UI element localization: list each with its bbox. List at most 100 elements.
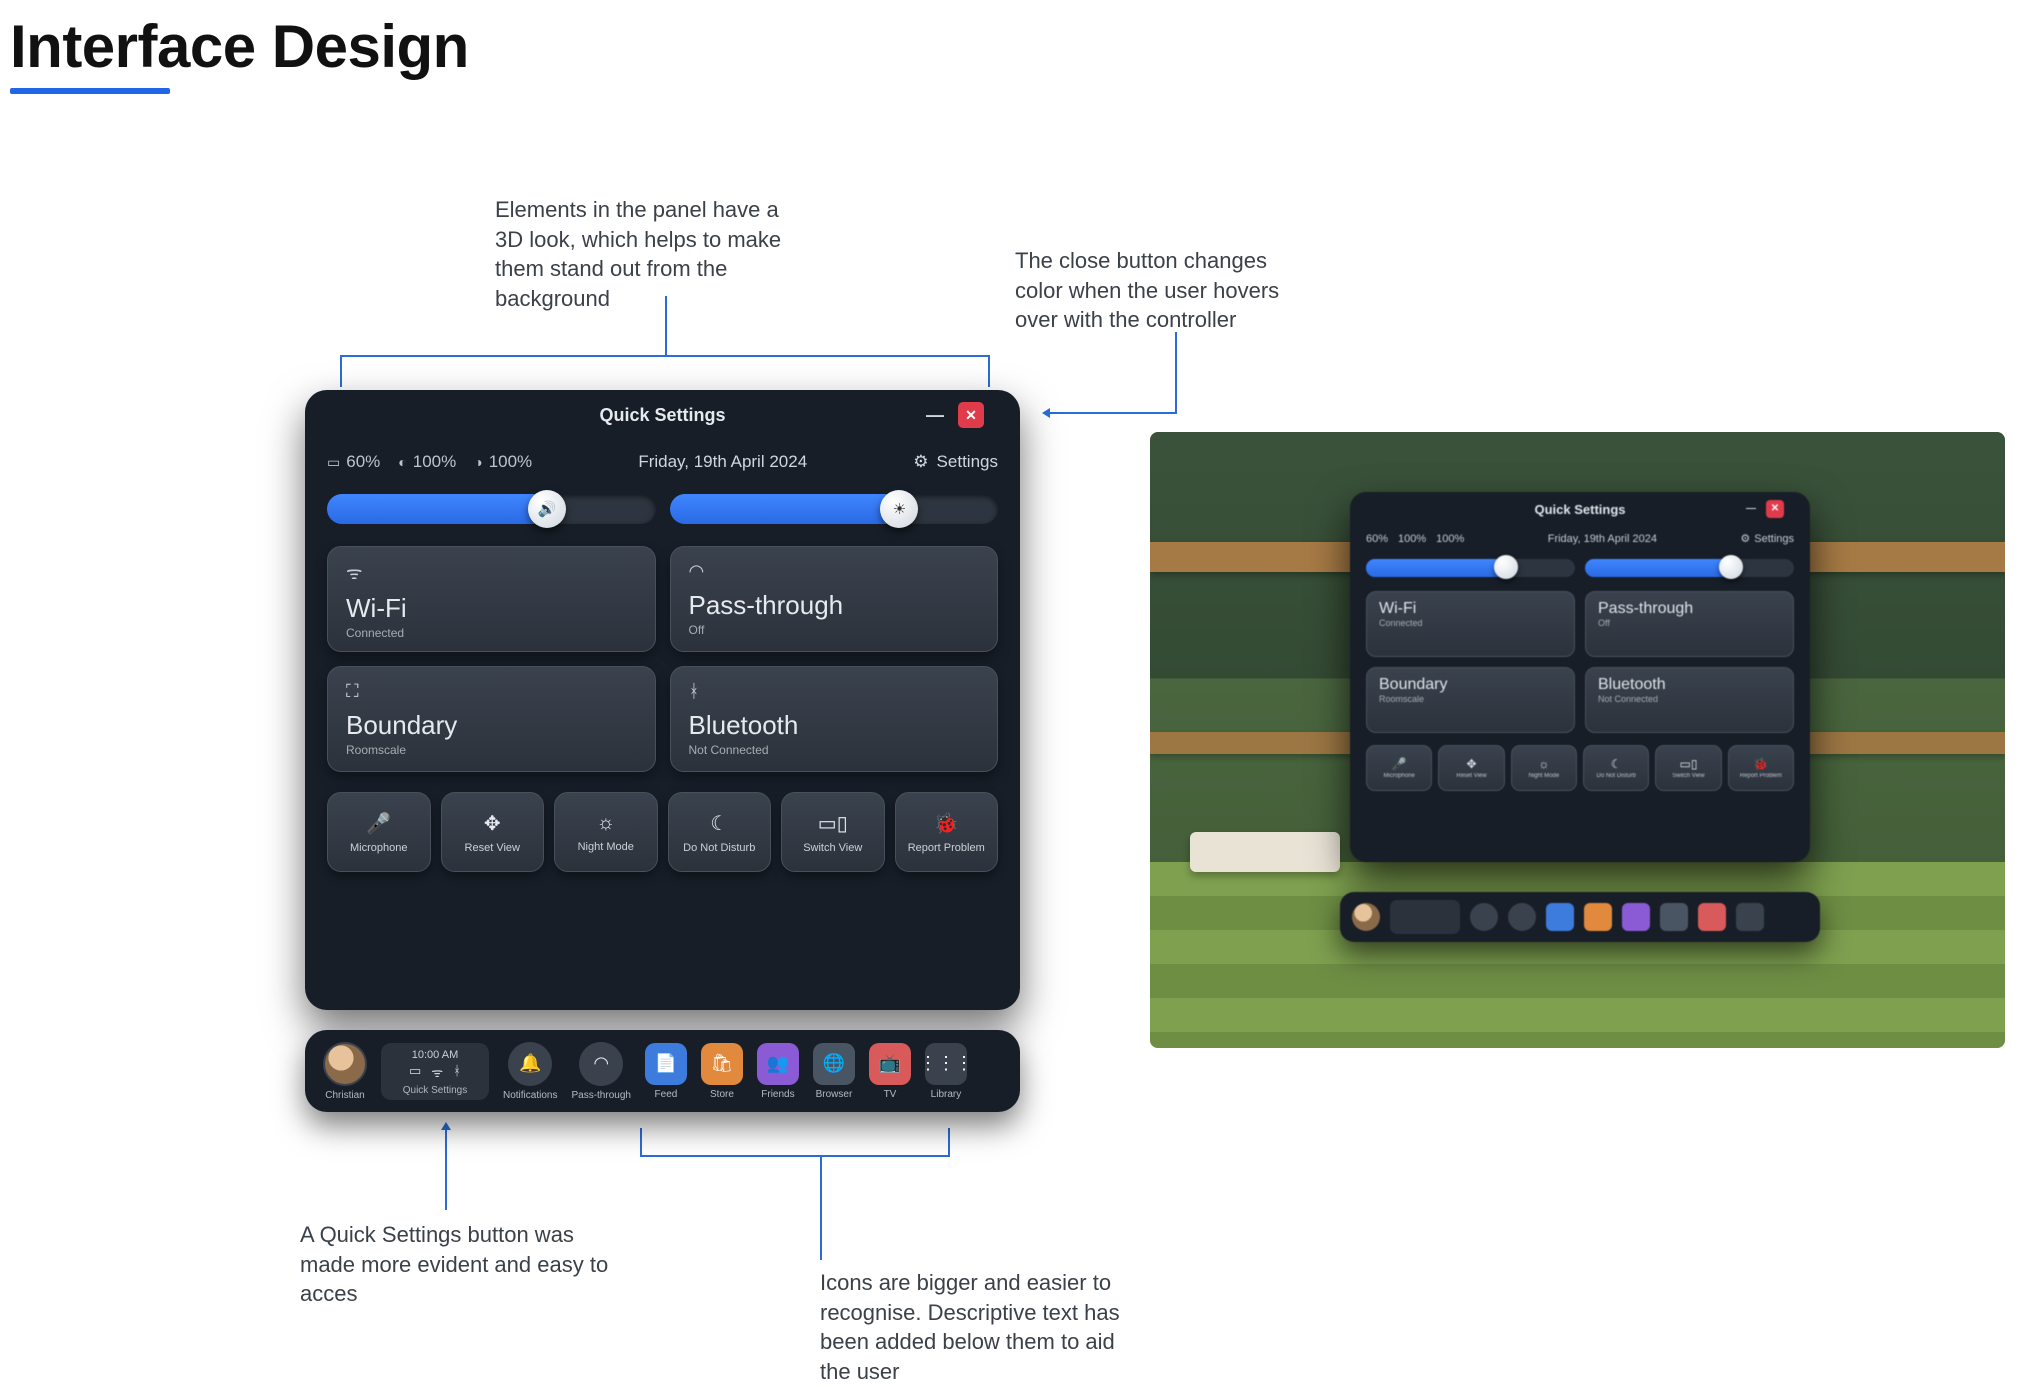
vr-brightness-thumb[interactable] (1719, 555, 1743, 579)
close-button[interactable]: ✕ (958, 402, 984, 428)
vr-settings-button[interactable]: ⚙ Settings (1740, 532, 1794, 545)
taskbar-label: TV (884, 1089, 897, 1100)
vr-volume-slider[interactable] (1366, 559, 1575, 577)
reset-view-icon: ✥ (484, 811, 501, 836)
vr-tile-title: Wi-Fi (1379, 600, 1562, 618)
vr-tile-title: Bluetooth (1598, 676, 1781, 694)
vr-volume-thumb[interactable] (1494, 555, 1518, 579)
night-mode-icon: ☼ (1538, 757, 1549, 771)
tile-bluetooth[interactable]: ᚼ Bluetooth Not Connected (670, 666, 999, 772)
controller-r-icon: ◑ (474, 454, 482, 470)
reset-view-button[interactable]: ✥ Reset View (441, 792, 545, 872)
button-label: Microphone (350, 842, 407, 854)
connector-line (948, 1128, 950, 1156)
button-row: 🎤 Microphone ✥ Reset View ☼ Night Mode ☾… (327, 792, 998, 872)
vr-taskbar-quick-settings[interactable] (1390, 900, 1460, 934)
taskbar: Christian 10:00 AM ▭ ᯤ ᚼ Quick Settings … (305, 1030, 1020, 1112)
switch-view-button[interactable]: ▭▯ Switch View (781, 792, 885, 872)
vr-minimize-button[interactable]: — (1742, 500, 1760, 518)
right-controller-pct: 100% (489, 452, 532, 472)
taskbar-library[interactable]: ⋮⋮⋮ Library (925, 1043, 967, 1100)
taskbar-friends[interactable]: 👥 Friends (757, 1043, 799, 1100)
connector-line (640, 1128, 642, 1156)
taskbar-quick-settings[interactable]: 10:00 AM ▭ ᯤ ᚼ Quick Settings (381, 1043, 489, 1100)
left-controller-pct: 100% (413, 452, 456, 472)
vr-microphone-button[interactable]: 🎤Microphone (1366, 745, 1432, 791)
volume-thumb[interactable]: 🔊 (528, 490, 566, 528)
vr-brightness-slider[interactable] (1585, 559, 1794, 577)
microphone-icon: 🎤 (1392, 757, 1407, 771)
vr-taskbar-browser[interactable] (1660, 903, 1688, 931)
brightness-thumb[interactable]: ☀ (880, 490, 918, 528)
headset-icon: ◠ (593, 1053, 609, 1074)
vr-reset-view-button[interactable]: ✥Reset View (1438, 745, 1504, 791)
avatar (323, 1042, 367, 1086)
vr-taskbar-friends[interactable] (1622, 903, 1650, 931)
vr-dnd-button[interactable]: ☾Do Not Disturb (1583, 745, 1649, 791)
taskbar-user[interactable]: Christian (323, 1042, 367, 1101)
vr-button-label: Report Problem (1740, 773, 1782, 779)
tile-boundary[interactable]: ⛶ Boundary Roomscale (327, 666, 656, 772)
vr-tile-boundary[interactable]: Boundary Roomscale (1366, 667, 1575, 733)
tile-sub: Not Connected (689, 743, 980, 757)
tile-sub: Off (689, 623, 980, 637)
microphone-icon: 🎤 (366, 811, 391, 836)
connector-arrow (1050, 412, 1177, 414)
volume-slider[interactable]: 🔊 (327, 494, 656, 524)
battery-status: ▭ 60% (327, 452, 380, 472)
vr-close-button[interactable]: ✕ (1766, 500, 1784, 518)
vr-taskbar-tv[interactable] (1698, 903, 1726, 931)
vr-panel-title: Quick Settings (1534, 502, 1625, 517)
taskbar-qs-label: Quick Settings (403, 1085, 467, 1096)
user-name: Christian (325, 1090, 364, 1101)
tile-passthrough[interactable]: ◠ Pass-through Off (670, 546, 999, 652)
brightness-slider[interactable]: ☀ (670, 494, 999, 524)
minimize-button[interactable]: — (922, 402, 948, 428)
vr-report-problem-button[interactable]: 🐞Report Problem (1728, 745, 1794, 791)
title-underline (10, 88, 170, 94)
vr-button-label: Reset View (1456, 773, 1486, 779)
right-controller-status: ◑ 100% (474, 452, 532, 472)
battery-icon: ▭ (327, 454, 340, 471)
vr-avatar[interactable] (1352, 903, 1380, 931)
wifi-icon: ᯤ (346, 561, 637, 585)
switch-view-icon: ▭▯ (818, 811, 848, 836)
taskbar-time: 10:00 AM (412, 1049, 458, 1061)
taskbar-feed[interactable]: 📄 Feed (645, 1043, 687, 1100)
taskbar-browser[interactable]: 🌐 Browser (813, 1043, 855, 1100)
vr-taskbar-notifications[interactable] (1470, 903, 1498, 931)
settings-label: Settings (937, 452, 998, 472)
tile-wifi[interactable]: ᯤ Wi-Fi Connected (327, 546, 656, 652)
vr-tile-passthrough[interactable]: Pass-through Off (1585, 591, 1794, 657)
connector-line (640, 1155, 950, 1157)
taskbar-passthrough[interactable]: ◠ Pass-through (571, 1042, 630, 1101)
connector-arrow (445, 1130, 447, 1210)
vr-taskbar-store[interactable] (1584, 903, 1612, 931)
night-mode-button[interactable]: ☼ Night Mode (554, 792, 658, 872)
dnd-button[interactable]: ☾ Do Not Disturb (668, 792, 772, 872)
settings-button[interactable]: ⚙ Settings (913, 452, 998, 472)
vr-switch-view-button[interactable]: ▭▯Switch View (1655, 745, 1721, 791)
vr-taskbar-feed[interactable] (1546, 903, 1574, 931)
vr-tile-bluetooth[interactable]: Bluetooth Not Connected (1585, 667, 1794, 733)
button-label: Switch View (803, 842, 862, 854)
taskbar-notifications[interactable]: 🔔 Notifications (503, 1042, 557, 1101)
tv-icon: 📺 (879, 1053, 901, 1074)
vr-taskbar-passthrough[interactable] (1508, 903, 1536, 931)
taskbar-store[interactable]: 🛍 Store (701, 1043, 743, 1100)
vr-night-mode-button[interactable]: ☼Night Mode (1511, 745, 1577, 791)
tile-grid: ᯤ Wi-Fi Connected ◠ Pass-through Off ⛶ B… (327, 546, 998, 772)
tile-sub: Roomscale (346, 743, 637, 757)
vr-tile-wifi[interactable]: Wi-Fi Connected (1366, 591, 1575, 657)
annotation-qs-button: A Quick Settings button was made more ev… (300, 1220, 610, 1309)
tile-sub: Connected (346, 626, 637, 640)
taskbar-tv[interactable]: 📺 TV (869, 1043, 911, 1100)
vr-taskbar-library[interactable] (1736, 903, 1764, 931)
panel-titlebar: Quick Settings — ✕ (327, 390, 998, 440)
taskbar-label: Feed (655, 1089, 678, 1100)
vr-panel-titlebar: Quick Settings — ✕ (1366, 492, 1794, 528)
microphone-button[interactable]: 🎤 Microphone (327, 792, 431, 872)
report-problem-button[interactable]: 🐞 Report Problem (895, 792, 999, 872)
volume-fill (327, 494, 547, 524)
vr-button-label: Do Not Disturb (1596, 773, 1635, 779)
